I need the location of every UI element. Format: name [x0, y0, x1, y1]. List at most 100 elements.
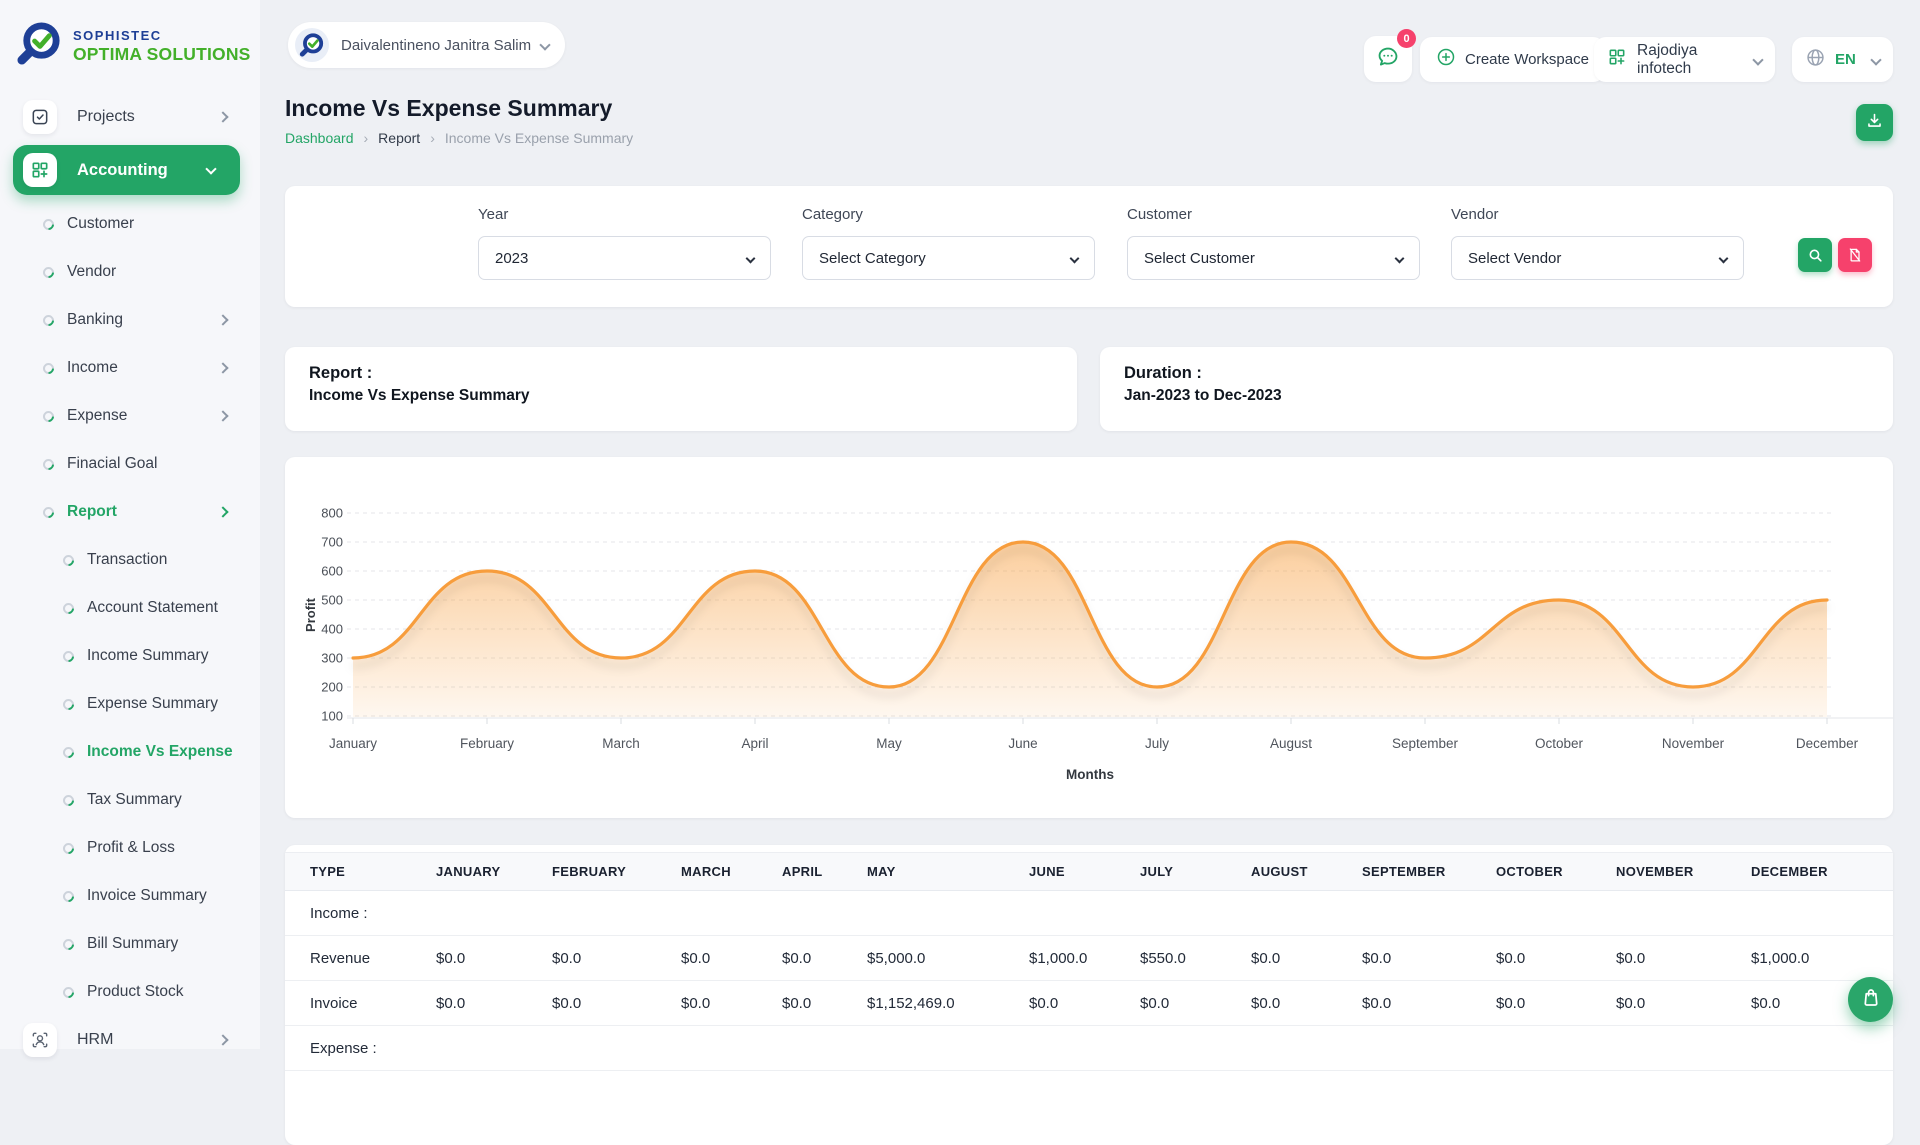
download-button[interactable] [1856, 104, 1893, 141]
messages-badge: 0 [1397, 29, 1416, 48]
bullet-icon [61, 552, 77, 568]
sidebar-item-tax-summary[interactable]: Tax Summary [0, 776, 260, 824]
row-value: $0.0 [436, 936, 552, 981]
users-icon [23, 1023, 57, 1057]
create-workspace-label: Create Workspace [1465, 51, 1589, 68]
chevron-right-icon [217, 111, 228, 122]
sidebar-item-label: Product Stock [87, 983, 184, 1001]
plus-circle-icon [1436, 47, 1456, 72]
breadcrumb: Dashboard›Report›Income Vs Expense Summa… [285, 130, 633, 146]
breadcrumb-item[interactable]: Report [378, 130, 420, 146]
chevron-right-icon [217, 314, 228, 325]
chevron-right-icon [217, 410, 228, 421]
table-section-row: Expense : [285, 1026, 1893, 1071]
sidebar-item-label: Account Statement [87, 599, 218, 617]
language-selector[interactable]: EN [1792, 37, 1893, 82]
row-value: $5,000.0 [867, 936, 1029, 981]
svg-text:Profit: Profit [303, 597, 318, 632]
chart-canvas: 100200300400500600700800JanuaryFebruaryM… [285, 457, 1893, 818]
sidebar-item-expense-summary[interactable]: Expense Summary [0, 680, 260, 728]
messages-button[interactable]: 0 [1364, 36, 1412, 82]
workspace-switcher[interactable]: Rajodiya infotech [1594, 37, 1775, 82]
row-value: $0.0 [681, 981, 782, 1026]
column-header: JANUARY [436, 853, 552, 891]
create-workspace-button[interactable]: Create Workspace [1420, 37, 1605, 82]
sidebar-item-customer[interactable]: Customer [0, 200, 260, 248]
sidebar-item-projects[interactable]: Projects [0, 93, 260, 141]
row-value: $1,152,469.0 [867, 981, 1029, 1026]
shop-fab-button[interactable] [1848, 977, 1893, 1022]
sidebar-item-income-vs-expense[interactable]: Income Vs Expense [0, 728, 260, 776]
column-header: OCTOBER [1496, 853, 1616, 891]
brand-line2: OPTIMA SOLUTIONS [73, 46, 251, 64]
filter-field-customer: Customer Select Customer [1127, 206, 1420, 280]
filter-panel: Year2023CategorySelect CategoryCustomerS… [285, 186, 1893, 307]
filter-label: Customer [1127, 206, 1420, 223]
breadcrumb-item[interactable]: Dashboard [285, 130, 354, 146]
row-value: $0.0 [1362, 981, 1496, 1026]
sidebar-item-invoice-summary[interactable]: Invoice Summary [0, 872, 260, 920]
bullet-icon [61, 888, 77, 904]
user-menu[interactable]: Daivalentineno Janitra Salim [288, 22, 565, 68]
sidebar-item-vendor[interactable]: Vendor [0, 248, 260, 296]
sidebar-item-accounting[interactable]: Accounting [13, 145, 240, 195]
sidebar-item-profit-loss[interactable]: Profit & Loss [0, 824, 260, 872]
breadcrumb-separator: › [364, 130, 369, 146]
sidebar-item-finacial-goal[interactable]: Finacial Goal [0, 440, 260, 488]
filter-field-category: CategorySelect Category [802, 206, 1095, 280]
select-value: Select Vendor [1468, 250, 1561, 267]
bullet-icon [41, 216, 57, 232]
row-value: $0.0 [1029, 981, 1140, 1026]
chevron-down-icon [746, 253, 756, 263]
sidebar-item-report[interactable]: Report [0, 488, 260, 536]
sidebar-item-label: HRM [77, 1031, 113, 1049]
row-value: $0.0 [1251, 936, 1362, 981]
sidebar-item-bill-summary[interactable]: Bill Summary [0, 920, 260, 968]
svg-text:700: 700 [321, 535, 343, 550]
row-value: $0.0 [782, 936, 867, 981]
svg-text:August: August [1270, 736, 1312, 751]
reset-button[interactable] [1838, 238, 1872, 272]
sidebar-item-hrm[interactable]: HRM [0, 1016, 260, 1064]
sidebar-item-expense[interactable]: Expense [0, 392, 260, 440]
sidebar-item-banking[interactable]: Banking [0, 296, 260, 344]
sidebar-item-account-statement[interactable]: Account Statement [0, 584, 260, 632]
sidebar-item-label: Tax Summary [87, 791, 182, 809]
row-value: $0.0 [1616, 936, 1751, 981]
table-row: Revenue$0.0$0.0$0.0$0.0$5,000.0$1,000.0$… [285, 936, 1893, 981]
svg-text:July: July [1145, 736, 1169, 751]
sidebar-item-label: Bill Summary [87, 935, 178, 953]
search-button[interactable] [1798, 238, 1832, 272]
sidebar-item-label: Expense [67, 407, 127, 425]
workspace-name: Rajodiya infotech [1637, 42, 1754, 78]
sidebar-item-income[interactable]: Income [0, 344, 260, 392]
category-select[interactable]: Select Category [802, 236, 1095, 280]
row-value: $0.0 [1616, 981, 1751, 1026]
sidebar-item-product-stock[interactable]: Product Stock [0, 968, 260, 1016]
breadcrumb-item: Income Vs Expense Summary [445, 130, 633, 146]
table-header-row: TYPEJANUARYFEBRUARYMARCHAPRILMAYJUNEJULY… [285, 853, 1893, 891]
sidebar-item-label: Income Summary [87, 647, 208, 665]
sidebar-item-income-summary[interactable]: Income Summary [0, 632, 260, 680]
svg-text:December: December [1796, 736, 1859, 751]
bullet-icon [61, 984, 77, 1000]
clear-file-icon [1847, 247, 1863, 263]
sidebar-item-label: Expense Summary [87, 695, 218, 713]
column-header: SEPTEMBER [1362, 853, 1496, 891]
select-value: Select Category [819, 250, 926, 267]
brand-logo: SOPHISTEC OPTIMA SOLUTIONS [16, 20, 251, 72]
chevron-right-icon [217, 506, 228, 517]
svg-text:500: 500 [321, 593, 343, 608]
customer-select[interactable]: Select Customer [1127, 236, 1420, 280]
table-row: Invoice$0.0$0.0$0.0$0.0$1,152,469.0$0.0$… [285, 981, 1893, 1026]
bullet-icon [41, 408, 57, 424]
sidebar: SOPHISTEC OPTIMA SOLUTIONS ProjectsAccou… [0, 0, 260, 1049]
bullet-icon [61, 600, 77, 616]
sidebar-item-label: Finacial Goal [67, 455, 157, 473]
user-name: Daivalentineno Janitra Salim [341, 37, 531, 54]
chevron-right-icon [217, 362, 228, 373]
sidebar-item-transaction[interactable]: Transaction [0, 536, 260, 584]
year-select[interactable]: 2023 [478, 236, 771, 280]
vendor-select[interactable]: Select Vendor [1451, 236, 1744, 280]
sophistec-logo-icon [16, 20, 63, 72]
